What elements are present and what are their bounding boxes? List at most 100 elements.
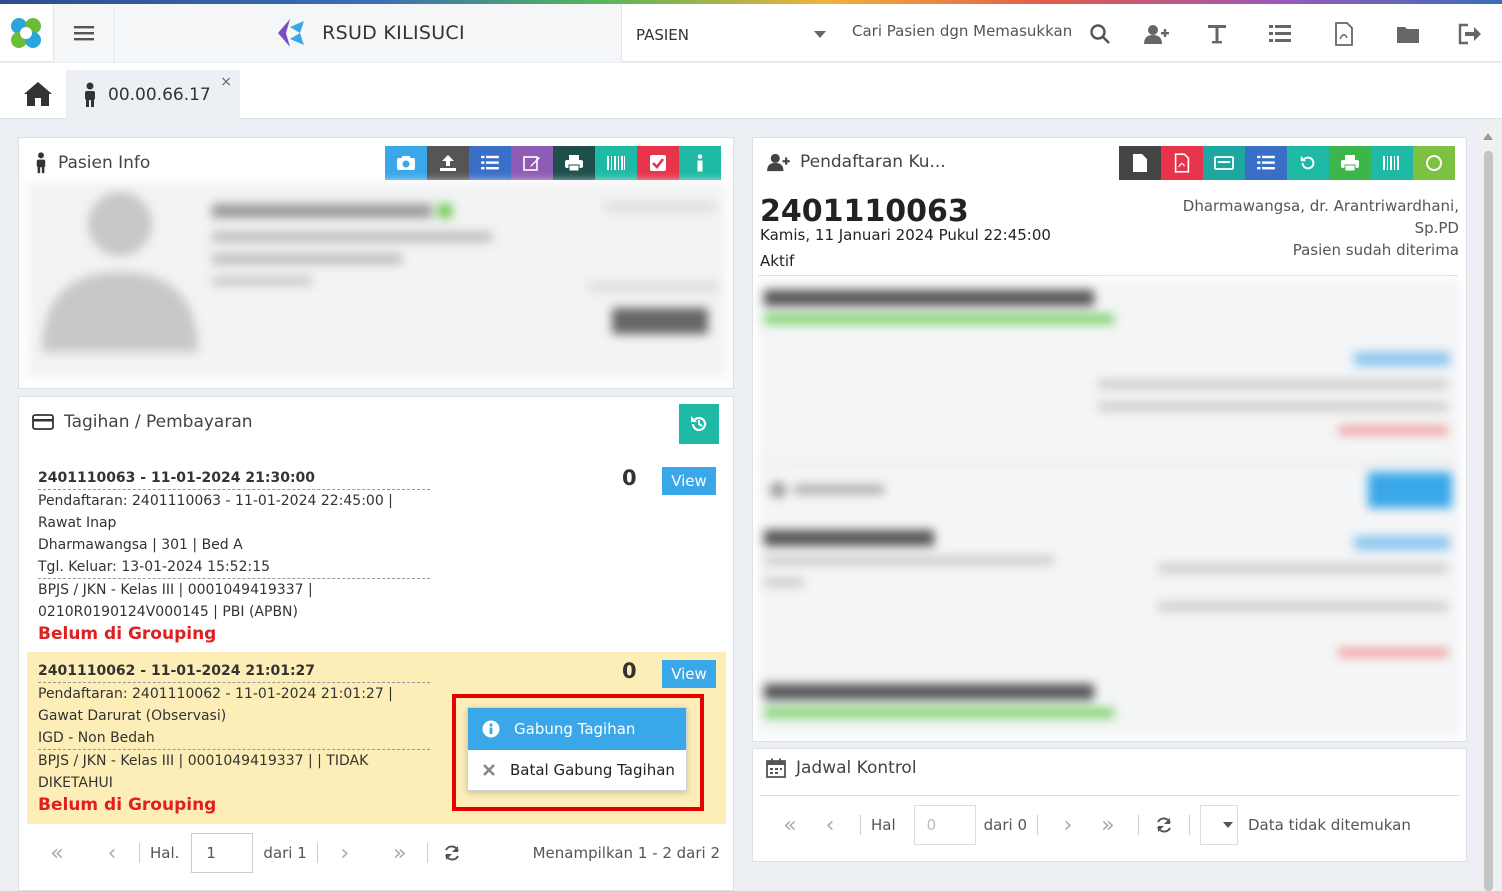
app-logo[interactable] xyxy=(0,4,52,62)
pdf-file-icon[interactable] xyxy=(1328,18,1360,50)
billing-pager: « ‹ Hal. 1 dari 1 › » Menampilkan 1 - 2 … xyxy=(40,832,720,874)
registration-status: Aktif xyxy=(760,252,795,270)
scroll-up-icon[interactable] xyxy=(1483,133,1493,140)
page-total: dari 0 xyxy=(983,816,1027,834)
last-page-icon[interactable]: » xyxy=(1088,813,1128,838)
credit-card-icon xyxy=(32,414,54,430)
refresh-icon[interactable] xyxy=(1149,816,1179,834)
registration-details-blurred xyxy=(758,280,1460,736)
doctor-specialty: Sp.PD xyxy=(1414,219,1459,237)
text-tool-icon[interactable] xyxy=(1201,18,1233,50)
calendar-icon xyxy=(766,758,786,778)
checklist-button[interactable] xyxy=(637,146,679,180)
bill-care-type: Gawat Darurat (Observasi) xyxy=(38,708,227,724)
folder-icon[interactable] xyxy=(1392,18,1424,50)
pdf-button[interactable] xyxy=(1161,146,1203,180)
camera-button[interactable] xyxy=(385,146,427,180)
add-patient-icon[interactable] xyxy=(1140,18,1172,50)
info-button[interactable] xyxy=(679,146,721,180)
info-icon xyxy=(697,154,703,172)
page-size-select[interactable] xyxy=(1200,805,1238,845)
card-button[interactable] xyxy=(1203,146,1245,180)
barcode-button[interactable] xyxy=(1371,146,1413,180)
barcode-icon xyxy=(1383,156,1399,170)
status-button[interactable] xyxy=(1413,146,1455,180)
pager-summary: Menampilkan 1 - 2 dari 2 xyxy=(532,844,720,862)
page-scrollbar[interactable] xyxy=(1480,125,1496,891)
document-button[interactable] xyxy=(1119,146,1161,180)
caret-down-icon xyxy=(814,31,826,38)
search-icon[interactable] xyxy=(1084,18,1116,50)
hospital-logo-icon xyxy=(278,19,305,47)
patient-tab-label: 00.00.66.17 xyxy=(108,85,211,105)
billing-history-button[interactable] xyxy=(679,404,719,444)
edit-icon xyxy=(523,156,540,171)
hamburger-menu-icon[interactable] xyxy=(53,4,115,62)
view-bill-button[interactable]: View xyxy=(662,467,716,495)
person-icon xyxy=(85,82,95,107)
home-tab[interactable] xyxy=(10,70,65,118)
highlight-annotation-box xyxy=(452,694,704,811)
scrollbar-thumb[interactable] xyxy=(1484,151,1493,891)
print-icon xyxy=(1341,155,1359,172)
page-number-input[interactable]: 1 xyxy=(191,833,254,873)
control-schedule-header: Jadwal Kontrol xyxy=(766,758,917,778)
print-icon xyxy=(565,155,583,172)
registration-datetime: Kamis, 11 Januari 2024 Pukul 22:45:00 xyxy=(760,226,1051,244)
prev-page-icon[interactable]: ‹ xyxy=(810,813,850,838)
billing-header: Tagihan / Pembayaran xyxy=(32,412,253,432)
close-tab-icon[interactable]: × xyxy=(220,74,232,90)
home-icon xyxy=(23,82,52,106)
page-number-input[interactable]: 0 xyxy=(913,805,976,845)
camera-icon xyxy=(397,156,415,170)
barcode-button[interactable] xyxy=(595,146,637,180)
circle-icon xyxy=(1426,155,1442,171)
first-page-icon[interactable]: « xyxy=(770,813,810,838)
patient-details-blurred xyxy=(28,182,726,378)
next-page-icon[interactable]: › xyxy=(328,841,362,866)
bill-count: 0 xyxy=(622,466,637,490)
check-square-icon xyxy=(650,155,666,171)
next-page-icon[interactable]: › xyxy=(1048,813,1088,838)
print-button[interactable] xyxy=(1329,146,1371,180)
upload-icon xyxy=(440,155,456,171)
bill-insurance-cont: DIKETAHUI xyxy=(38,775,113,791)
list-icon[interactable] xyxy=(1264,18,1296,50)
last-page-icon[interactable]: » xyxy=(383,841,417,866)
bill-item[interactable]: 2401110062 - 11-01-2024 21:01:27 Pendaft… xyxy=(38,660,458,816)
list-button[interactable] xyxy=(469,146,511,180)
bill-unit: IGD - Non Bedah xyxy=(38,727,430,750)
list-icon xyxy=(481,155,499,170)
refresh-icon[interactable] xyxy=(438,844,466,862)
patient-search-input[interactable]: Cari Pasien dgn Memasukkan xyxy=(852,22,1072,48)
divider xyxy=(758,275,1458,276)
registration-number: 2401110063 xyxy=(760,194,969,229)
page-total: dari 1 xyxy=(263,844,307,862)
bill-registration: Pendaftaran: 2401110062 - 11-01-2024 21:… xyxy=(38,686,393,702)
upload-button[interactable] xyxy=(427,146,469,180)
empty-message: Data tidak ditemukan xyxy=(1248,816,1411,834)
view-bill-button[interactable]: View xyxy=(662,660,716,688)
bill-item-header: 2401110062 - 11-01-2024 21:01:27 xyxy=(38,660,430,683)
bill-item[interactable]: 2401110063 - 11-01-2024 21:30:00 Pendaft… xyxy=(38,467,458,645)
room-doctor: Dharmawangsa, dr. Arantriwardhani, xyxy=(1182,197,1459,215)
pdf-file-icon xyxy=(1174,153,1190,173)
logout-icon[interactable] xyxy=(1454,18,1486,50)
list-button[interactable] xyxy=(1245,146,1287,180)
search-type-select[interactable]: PASIEN xyxy=(636,22,826,48)
control-schedule-title: Jadwal Kontrol xyxy=(796,758,917,778)
bill-status: Belum di Grouping xyxy=(38,795,217,815)
tab-patient[interactable]: 00.00.66.17 × xyxy=(66,70,240,120)
patient-info-header: Pasien Info xyxy=(34,152,150,174)
id-card-icon xyxy=(1214,156,1234,170)
search-type-value: PASIEN xyxy=(636,26,689,44)
print-button[interactable] xyxy=(553,146,595,180)
first-page-icon[interactable]: « xyxy=(40,841,74,866)
edit-button[interactable] xyxy=(511,146,553,180)
prev-page-icon[interactable]: ‹ xyxy=(95,841,129,866)
history-button[interactable] xyxy=(1287,146,1329,180)
caret-down-icon xyxy=(1223,822,1233,828)
list-icon xyxy=(1257,155,1275,170)
history-icon xyxy=(1300,155,1315,170)
history-icon xyxy=(691,416,707,432)
